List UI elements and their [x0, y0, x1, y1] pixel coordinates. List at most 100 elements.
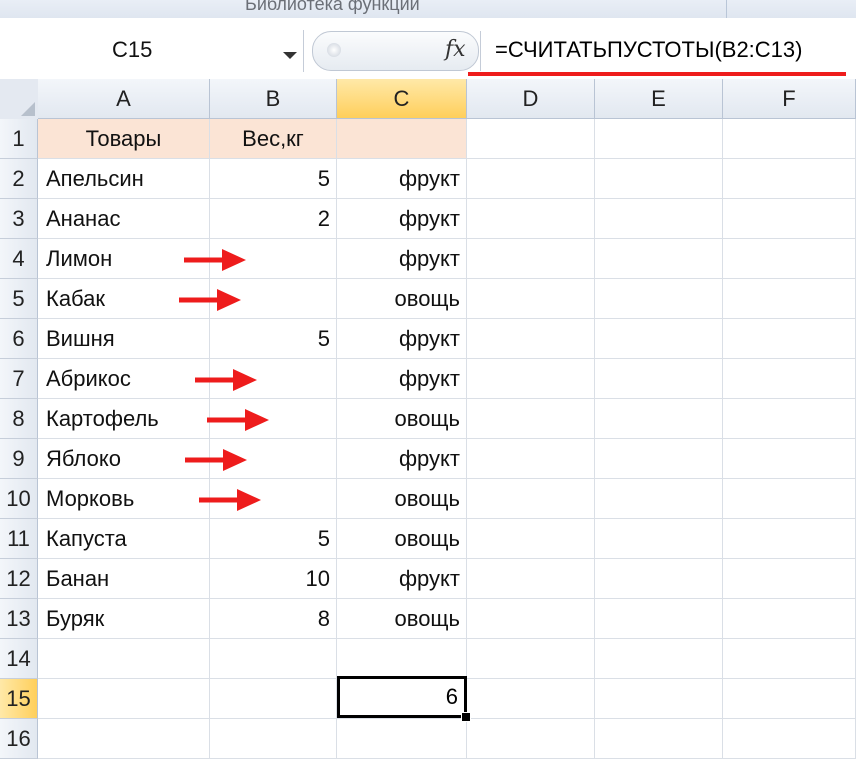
- cell-b11[interactable]: 5: [210, 519, 337, 559]
- cell-e12[interactable]: [595, 559, 723, 599]
- cell-d3[interactable]: [467, 199, 595, 239]
- cell-f4[interactable]: [723, 239, 856, 279]
- cell-e8[interactable]: [595, 399, 723, 439]
- cell-f1[interactable]: [723, 119, 856, 159]
- cell-d14[interactable]: [467, 639, 595, 679]
- formula-input[interactable]: =СЧИТАТЬПУСТОТЫ(B2:C13): [480, 31, 856, 71]
- cell-c16[interactable]: [337, 719, 467, 759]
- row-header-3[interactable]: 3: [0, 199, 38, 239]
- cell-e5[interactable]: [595, 279, 723, 319]
- row-header-13[interactable]: 13: [0, 599, 38, 639]
- cell-b6[interactable]: 5: [210, 319, 337, 359]
- cell-d1[interactable]: [467, 119, 595, 159]
- cell-b3[interactable]: 2: [210, 199, 337, 239]
- cell-f16[interactable]: [723, 719, 856, 759]
- cell-c14[interactable]: [337, 639, 467, 679]
- cell-f12[interactable]: [723, 559, 856, 599]
- chevron-down-icon[interactable]: [283, 52, 297, 59]
- cell-e7[interactable]: [595, 359, 723, 399]
- cell-b16[interactable]: [210, 719, 337, 759]
- cell-c8[interactable]: овощь: [337, 399, 467, 439]
- cell-e1[interactable]: [595, 119, 723, 159]
- cell-d2[interactable]: [467, 159, 595, 199]
- column-header-a[interactable]: A: [38, 79, 210, 119]
- row-header-11[interactable]: 11: [0, 519, 38, 559]
- spreadsheet-grid[interactable]: A B C D E F 1 Товары Вес,кг 2 Апельсин 5 фрукт 3 Анана…: [0, 79, 856, 766]
- cell-a11[interactable]: Капуста: [38, 519, 210, 559]
- cell-b15[interactable]: [210, 679, 337, 719]
- cell-b12[interactable]: 10: [210, 559, 337, 599]
- cell-e16[interactable]: [595, 719, 723, 759]
- cell-b13[interactable]: 8: [210, 599, 337, 639]
- cell-d13[interactable]: [467, 599, 595, 639]
- cell-a3[interactable]: Ананас: [38, 199, 210, 239]
- row-header-14[interactable]: 14: [0, 639, 38, 679]
- cell-f6[interactable]: [723, 319, 856, 359]
- cell-d16[interactable]: [467, 719, 595, 759]
- cell-a1[interactable]: Товары: [38, 119, 210, 159]
- insert-function-icon[interactable]: fx: [445, 37, 466, 62]
- cell-e9[interactable]: [595, 439, 723, 479]
- cell-d9[interactable]: [467, 439, 595, 479]
- row-header-6[interactable]: 6: [0, 319, 38, 359]
- cell-e11[interactable]: [595, 519, 723, 559]
- selected-cell-c15[interactable]: 6: [337, 676, 467, 718]
- row-header-8[interactable]: 8: [0, 399, 38, 439]
- resize-handle-icon[interactable]: [327, 43, 341, 57]
- cell-d6[interactable]: [467, 319, 595, 359]
- cell-a16[interactable]: [38, 719, 210, 759]
- cell-e13[interactable]: [595, 599, 723, 639]
- cell-e15[interactable]: [595, 679, 723, 719]
- name-box[interactable]: C15: [0, 30, 304, 72]
- cell-e10[interactable]: [595, 479, 723, 519]
- row-header-10[interactable]: 10: [0, 479, 38, 519]
- cell-f14[interactable]: [723, 639, 856, 679]
- cell-d10[interactable]: [467, 479, 595, 519]
- cell-d4[interactable]: [467, 239, 595, 279]
- cell-c2[interactable]: фрукт: [337, 159, 467, 199]
- cell-d15[interactable]: [467, 679, 595, 719]
- cell-c9[interactable]: фрукт: [337, 439, 467, 479]
- cell-a7[interactable]: Абрикос: [38, 359, 210, 399]
- cell-a13[interactable]: Буряк: [38, 599, 210, 639]
- column-header-b[interactable]: B: [210, 79, 337, 119]
- cell-c13[interactable]: овощь: [337, 599, 467, 639]
- cell-f2[interactable]: [723, 159, 856, 199]
- cell-f8[interactable]: [723, 399, 856, 439]
- cell-a15[interactable]: [38, 679, 210, 719]
- column-header-c[interactable]: C: [337, 79, 467, 119]
- row-header-15[interactable]: 15: [0, 679, 38, 719]
- cell-a14[interactable]: [38, 639, 210, 679]
- cell-f7[interactable]: [723, 359, 856, 399]
- cell-a8[interactable]: Картофель: [38, 399, 210, 439]
- row-header-5[interactable]: 5: [0, 279, 38, 319]
- cell-a6[interactable]: Вишня: [38, 319, 210, 359]
- row-header-4[interactable]: 4: [0, 239, 38, 279]
- cell-e6[interactable]: [595, 319, 723, 359]
- cell-c5[interactable]: овощь: [337, 279, 467, 319]
- column-header-d[interactable]: D: [467, 79, 595, 119]
- cell-d5[interactable]: [467, 279, 595, 319]
- column-header-f[interactable]: F: [723, 79, 856, 119]
- row-header-16[interactable]: 16: [0, 719, 38, 759]
- cell-e4[interactable]: [595, 239, 723, 279]
- cell-c11[interactable]: овощь: [337, 519, 467, 559]
- cell-c12[interactable]: фрукт: [337, 559, 467, 599]
- cell-f15[interactable]: [723, 679, 856, 719]
- cell-d11[interactable]: [467, 519, 595, 559]
- cell-b2[interactable]: 5: [210, 159, 337, 199]
- cell-d7[interactable]: [467, 359, 595, 399]
- row-header-1[interactable]: 1: [0, 119, 38, 159]
- cell-a12[interactable]: Банан: [38, 559, 210, 599]
- cell-a2[interactable]: Апельсин: [38, 159, 210, 199]
- cell-b1[interactable]: Вес,кг: [210, 119, 337, 159]
- cell-f3[interactable]: [723, 199, 856, 239]
- cell-d12[interactable]: [467, 559, 595, 599]
- row-header-2[interactable]: 2: [0, 159, 38, 199]
- row-header-7[interactable]: 7: [0, 359, 38, 399]
- cell-a10[interactable]: Морковь: [38, 479, 210, 519]
- cell-f9[interactable]: [723, 439, 856, 479]
- cell-f5[interactable]: [723, 279, 856, 319]
- column-header-e[interactable]: E: [595, 79, 723, 119]
- cell-f13[interactable]: [723, 599, 856, 639]
